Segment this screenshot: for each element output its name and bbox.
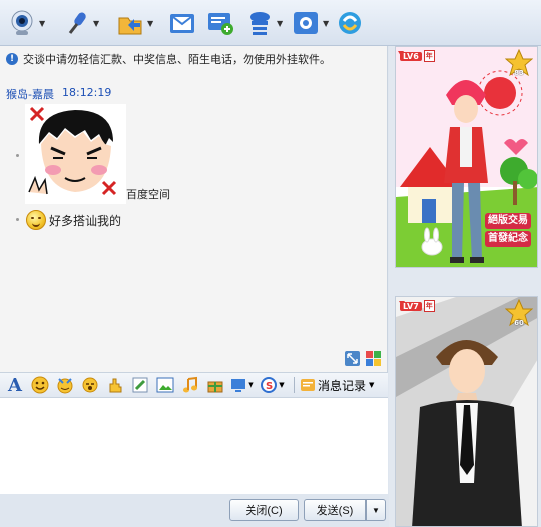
chevron-down-icon[interactable]: ▼ [147,19,157,28]
sticker-caption: 百度空间 [126,188,170,201]
screen-capture-button[interactable]: ▼ [229,375,255,395]
level-label: LV7 [400,301,422,311]
sms-button[interactable] [206,8,234,38]
notice-text: 交谈中请勿轻信汇款、中奖信息、陌生电话，勿使用外挂软件。 [23,53,331,66]
message-header: 猴岛-嘉晨 18:12:19 [6,86,111,102]
star-score: 60 [514,319,524,327]
divider [294,377,295,393]
skin-icon[interactable] [366,351,381,366]
profile-button[interactable]: ▼ [246,8,287,38]
send-button[interactable]: 发送(S) [304,499,366,521]
message-text-row: 好多搭讪我的 [26,210,121,230]
image-icon [156,377,174,393]
smiley-icon [26,210,46,230]
history-label: 消息记录 [318,378,367,393]
show-scene-image [396,297,537,526]
self-show-avatar[interactable]: LV7 年 60 [395,296,538,527]
sms-icon [206,9,234,37]
profile-icon [246,9,274,37]
security-notice: ! 交谈中请勿轻信汇款、中奖信息、陌生电话，勿使用外挂软件。 [6,50,386,68]
music-icon [183,376,197,393]
year-badge: 年 [423,50,435,62]
level-badge: LV6 年 [400,50,435,62]
sticker-image[interactable] [25,104,126,204]
star-rank: 60 [504,298,534,329]
music-button[interactable] [179,375,201,395]
shake-icon [82,377,98,393]
emoji-icon [31,376,49,394]
message-history-button[interactable]: 消息记录 ▼ [300,377,374,394]
remote-button[interactable] [336,8,364,38]
hand-icon [109,378,122,393]
app-button[interactable]: ▼ [292,8,333,38]
screenshot-icon [231,379,246,392]
remote-icon [336,9,364,37]
panel-corner-tools [345,351,381,366]
message-input[interactable] [0,398,388,494]
pencil-icon [132,377,148,393]
doodle-button[interactable] [129,375,151,395]
video-icon [8,9,36,37]
shield-icon: ! [6,53,18,65]
video-button[interactable]: ▼ [8,8,49,38]
message-time: 18:12:19 [61,86,112,99]
email-button[interactable] [168,8,196,38]
send-file-button[interactable]: ▼ [116,8,157,38]
magic-emoji-icon [57,378,73,394]
chevron-down-icon[interactable]: ▼ [277,19,287,28]
close-button[interactable]: 关闭(C) [229,499,299,521]
app-icon [292,9,320,37]
star-rank: 83 [504,48,534,79]
bullet [16,218,19,221]
voice-message-button[interactable] [104,375,126,395]
year-badge: 年 [423,300,435,312]
gift-icon [207,381,223,393]
font-icon: A [8,374,22,396]
bottom-bar: 关闭(C) 发送(S) ▼ [0,494,388,527]
image-button[interactable] [154,375,176,395]
soso-icon: S [261,377,278,393]
level-badge: LV7 年 [400,300,435,312]
voice-button[interactable]: ▼ [62,8,103,38]
svg-text:S: S [266,381,273,392]
font-button[interactable]: A [4,374,26,396]
chevron-down-icon[interactable]: ▼ [323,19,333,28]
gift-button[interactable] [204,375,226,395]
message-panel[interactable]: ! 交谈中请勿轻信汇款、中奖信息、陌生电话，勿使用外挂软件。 猴岛-嘉晨 18:… [0,46,388,372]
chevron-down-icon: ▼ [369,381,375,389]
sender-name[interactable]: 猴岛-嘉晨 [6,86,54,102]
chevron-down-icon[interactable]: ▼ [93,19,103,28]
microphone-icon [62,9,90,37]
contact-show-avatar[interactable]: LV6 年 83 絕版交易 首發紀念 [395,46,538,268]
expand-icon[interactable] [345,351,360,366]
email-icon [168,9,196,37]
magic-emoji-button[interactable] [54,375,76,395]
emoji-button[interactable] [29,375,51,395]
bullet [16,154,19,157]
soso-button[interactable]: S ▼ [258,375,288,395]
chevron-down-icon: ▼ [372,505,380,515]
star-score: 83 [514,69,524,77]
level-label: LV6 [400,51,422,61]
send-options-button[interactable]: ▼ [366,499,386,521]
shake-button[interactable] [79,375,101,395]
banner-line1: 絕版交易 [485,213,531,229]
format-toolbar: A ▼ S ▼ 消息记录 ▼ [0,372,388,398]
send-file-icon [116,9,144,37]
message-text: 好多搭讪我的 [49,213,122,228]
chat-toolbar: ▼ ▼ ▼ ▼ ▼ [0,0,541,46]
show-panel: LV6 年 83 絕版交易 首發紀念 LV7 年 60 [389,46,541,527]
chevron-down-icon[interactable]: ▼ [39,19,49,28]
banner-line2: 首發紀念 [485,231,531,247]
history-icon [301,379,315,391]
